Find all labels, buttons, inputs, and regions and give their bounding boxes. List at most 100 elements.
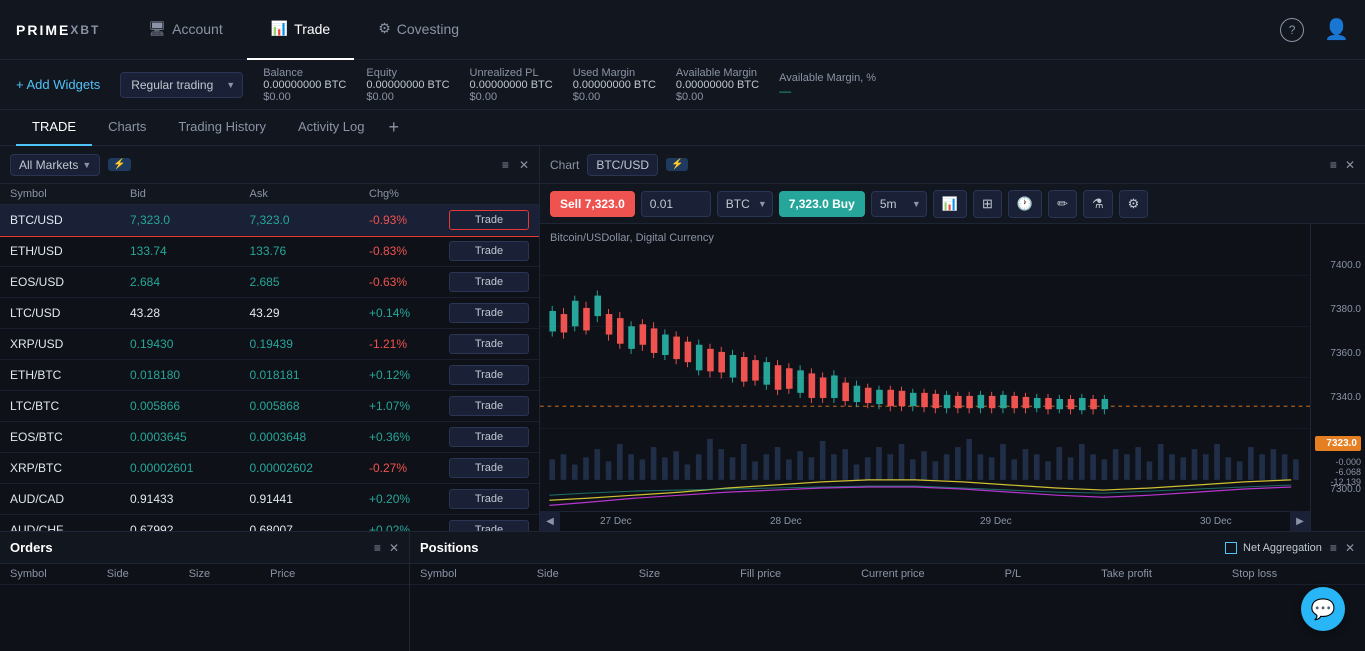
table-row[interactable]: EOS/BTC 0.0003645 0.0003648 +0.36% Trade [0,422,539,453]
symbol-label: AUD/CHF [10,523,130,531]
chart-badge[interactable]: ⚡ [666,158,688,171]
tab-charts[interactable]: Charts [92,110,162,146]
trade-button[interactable]: Trade [449,427,529,447]
close-icon[interactable]: ✕ [519,158,529,172]
indicator-val: -0.000 [1314,457,1361,467]
trade-button[interactable]: Trade [449,303,529,323]
table-row[interactable]: BTC/USD 7,323.0 7,323.0 -0.93% Trade [0,205,539,236]
timeframe-select[interactable]: 5m1m15m1h [871,191,927,217]
ask-value: 7,323.0 [250,213,370,227]
market-panel-header: All Markets ▼ ⚡ ≡ ✕ [0,146,539,184]
chart-scroll-left[interactable]: ◀ [540,511,560,531]
table-row[interactable]: AUD/CHF 0.67992 0.68007 +0.02% Trade [0,515,539,531]
table-row[interactable]: LTC/BTC 0.005866 0.005868 +1.07% Trade [0,391,539,422]
bid-value: 0.00002601 [130,461,250,475]
quantity-unit-select[interactable]: BTC [717,191,773,217]
stat-available-margin-pct: Available Margin, % — [779,72,876,98]
chart-close-icon[interactable]: ✕ [1345,158,1355,172]
col-pos-fill: Fill price [740,568,781,580]
tab-account[interactable]: 🖥 Account [124,0,246,60]
logo: PRIME XBT [16,22,100,38]
qty-unit-wrapper: BTC ▼ [717,191,773,217]
trade-button[interactable]: Trade [449,272,529,292]
net-agg-checkbox[interactable] [1225,542,1237,554]
market-badge[interactable]: ⚡ [108,158,130,171]
trade-button[interactable]: Trade [449,210,529,230]
ask-value: 0.0003648 [250,430,370,444]
bid-value: 0.0003645 [130,430,250,444]
stat-equity: Equity 0.00000000 BTC $0.00 [366,67,449,103]
tab-trade-main[interactable]: TRADE [16,110,92,146]
table-row[interactable]: AUD/CAD 0.91433 0.91441 +0.20% Trade [0,484,539,515]
symbol-label: EOS/USD [10,275,130,289]
market-panel-header-left: All Markets ▼ ⚡ [10,154,131,176]
chart-symbol-select[interactable]: BTC/USD [587,154,658,176]
trade-button[interactable]: Trade [449,489,529,509]
all-markets-btn[interactable]: All Markets ▼ [10,154,100,176]
tab-trading-history[interactable]: Trading History [162,110,282,146]
stat-balance-label: Balance [263,67,346,79]
chat-button[interactable]: 💬 [1301,587,1345,631]
add-widgets-btn[interactable]: + Add Widgets [16,77,100,92]
chart-tool-flask[interactable]: ⚗ [1083,190,1113,218]
positions-panel: Positions Net Aggregation ≡ ✕ Symbol Sid… [410,532,1365,651]
col-orders-symbol: Symbol [10,568,47,580]
orders-close-icon[interactable]: ✕ [389,541,399,555]
date-labels-bar: 27 Dec 28 Dec 29 Dec 30 Dec [540,511,1310,531]
trade-button[interactable]: Trade [449,396,529,416]
chart-tool-indicators[interactable]: 📊 [933,190,967,218]
chart-menu-icon[interactable]: ≡ [1330,158,1337,172]
price-label: 7360.0 [1315,348,1361,359]
trade-button[interactable]: Trade [449,458,529,478]
tab-add-button[interactable]: + [381,117,408,138]
stat-unrealized-value: 0.00000000 BTC [470,79,553,91]
table-row[interactable]: XRP/USD 0.19430 0.19439 -1.21% Trade [0,329,539,360]
trade-button[interactable]: Trade [449,365,529,385]
tab-covesting[interactable]: ⚙ Covesting [354,0,483,60]
tab-trade[interactable]: 📊 Trade [247,0,355,60]
chart-tool-clock[interactable]: 🕐 [1008,190,1042,218]
table-row[interactable]: ETH/BTC 0.018180 0.018181 +0.12% Trade [0,360,539,391]
stat-balance-sub: $0.00 [263,91,346,103]
chg-value: -0.83% [369,244,449,258]
chat-icon: 💬 [1311,597,1336,622]
menu-icon[interactable]: ≡ [502,158,509,172]
orders-menu-icon[interactable]: ≡ [374,541,381,555]
bid-value: 0.018180 [130,368,250,382]
sell-button[interactable]: Sell 7,323.0 [550,191,635,217]
trade-button[interactable]: Trade [449,520,529,531]
quantity-input[interactable] [641,191,711,217]
chevron-down-icon: ▼ [82,160,91,170]
chart-panel: Chart BTC/USD ⚡ ≡ ✕ Sell 7,323.0 BTC ▼ [540,146,1365,531]
chart-tool-settings[interactable]: ⚙ [1119,190,1149,218]
price-label: 7340.0 [1315,392,1361,403]
table-row[interactable]: ETH/USD 133.74 133.76 -0.83% Trade [0,236,539,267]
trade-button[interactable]: Trade [449,241,529,261]
tab-activity-log[interactable]: Activity Log [282,110,380,146]
tabs-row: TRADE Charts Trading History Activity Lo… [0,110,1365,146]
bid-value: 43.28 [130,306,250,320]
market-col-headers: Symbol Bid Ask Chg% [0,184,539,205]
help-icon[interactable]: ? [1280,18,1304,42]
positions-close-icon[interactable]: ✕ [1345,541,1355,555]
chart-scroll-right[interactable]: ▶ [1290,511,1310,531]
stat-equity-sub: $0.00 [366,91,449,103]
sell-price: 7,323.0 [585,197,625,211]
trade-button[interactable]: Trade [449,334,529,354]
col-pos-symbol: Symbol [420,568,457,580]
table-row[interactable]: LTC/USD 43.28 43.29 +0.14% Trade [0,298,539,329]
trading-mode-select[interactable]: Regular trading [120,72,243,98]
table-row[interactable]: XRP/BTC 0.00002601 0.00002602 -0.27% Tra… [0,453,539,484]
ask-value: 0.018181 [250,368,370,382]
table-row[interactable]: EOS/USD 2.684 2.685 -0.63% Trade [0,267,539,298]
chart-panel-header: Chart BTC/USD ⚡ ≡ ✕ [540,146,1365,184]
bid-value: 0.19430 [130,337,250,351]
buy-button[interactable]: 7,323.0 Buy [779,191,865,217]
positions-col-headers: Symbol Side Size Fill price Current pric… [410,564,1365,585]
user-icon[interactable]: 👤 [1324,17,1349,42]
positions-menu-icon[interactable]: ≡ [1330,541,1337,555]
positions-panel-actions: Net Aggregation ≡ ✕ [1225,541,1355,555]
col-pos-take: Take profit [1101,568,1152,580]
chart-tool-draw[interactable]: ✏ [1048,190,1077,218]
chart-tool-layout[interactable]: ⊞ [973,190,1002,218]
